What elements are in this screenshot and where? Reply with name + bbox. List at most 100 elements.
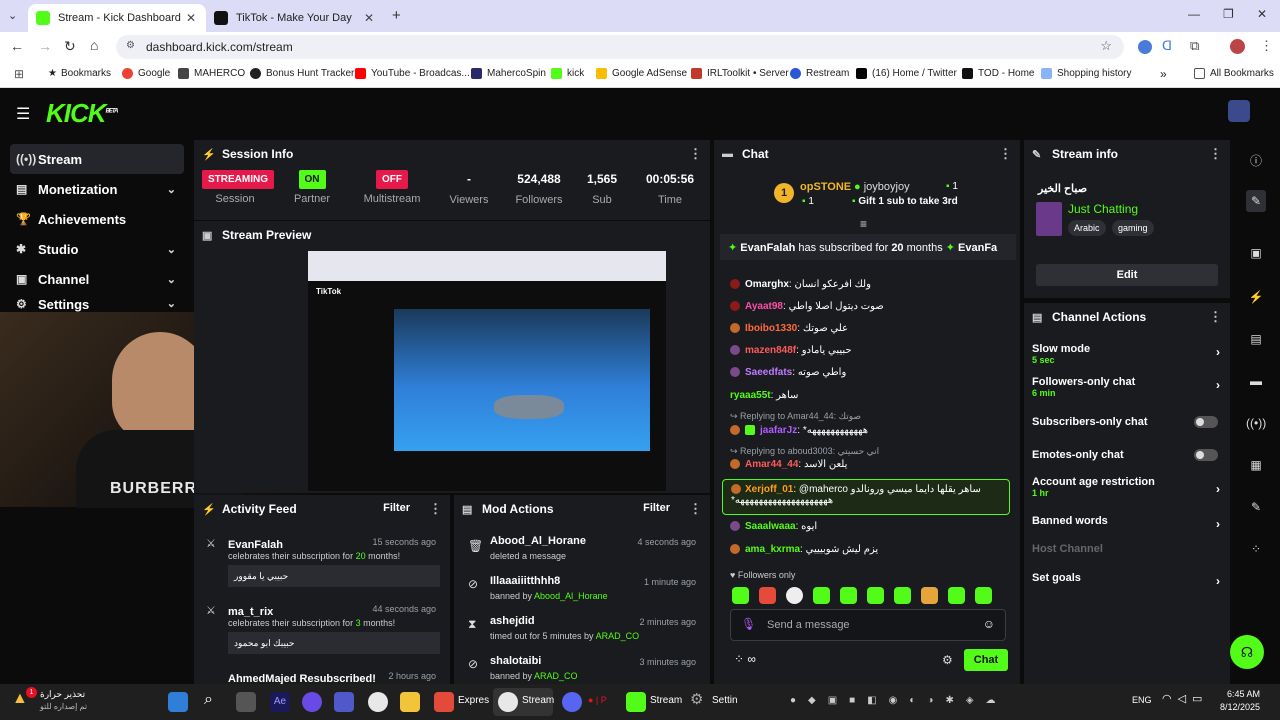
emotes-only-toggle[interactable] [1194,449,1218,461]
extension-icon[interactable]: ᗡ [1162,38,1172,54]
document-icon[interactable]: ▤ [1246,332,1266,346]
close-tab-icon[interactable]: ✕ [364,11,374,25]
close-window-icon[interactable]: ✕ [1257,7,1267,21]
chat-icon[interactable]: ▬ [1246,374,1266,388]
emote-icon[interactable] [759,587,776,604]
sidebar-item-studio[interactable]: ✱ Studio ⌄ [10,234,184,264]
start-icon[interactable] [168,692,188,712]
settings-gear-icon[interactable]: ⚙ [690,690,703,708]
emote-icon[interactable] [732,587,749,604]
lightning-icon[interactable]: ⚡ [1246,290,1266,304]
taskview-icon[interactable] [236,692,256,712]
chat-tools-icon[interactable]: ⁘ ∞ [734,652,756,666]
info-icon[interactable]: ⓘ [1246,152,1266,169]
slow-mode-setting[interactable]: Slow mode 5 sec › [1032,343,1222,365]
set-goals-setting[interactable]: Set goals › [1032,572,1222,588]
sidebar-item-settings[interactable]: ⚙ Settings ⌄ [10,294,184,312]
all-bookmarks[interactable]: All Bookmarks [1194,68,1274,79]
kick-logo[interactable]: KICKBETA [46,98,118,129]
mod-filter-button[interactable]: Filter [643,502,670,514]
taskbar-app-label[interactable]: Expres [458,695,489,706]
bookmark-item[interactable]: MahercoSpin [471,68,546,79]
gift-prompt[interactable]: ▪ Gift 1 sub to take 3rd [852,196,958,207]
bookmark-star-icon[interactable]: ☆ [1100,38,1112,54]
tab-tiktok[interactable]: TikTok - Make Your Day ✕ [206,4,384,32]
teams-icon[interactable] [334,692,354,712]
user-avatar[interactable] [1228,100,1250,122]
sidebar-item-achievements[interactable]: 🏆 Achievements [10,204,184,234]
banned-words-setting[interactable]: Banned words › [1032,515,1222,531]
emote-icon[interactable] [813,587,830,604]
emote-icon[interactable] [894,587,911,604]
language-indicator[interactable]: ENG [1132,695,1152,705]
mod-user[interactable]: Abood_Al_Horane [490,535,586,547]
bookmark-item[interactable]: ★ Bookmarks [48,68,111,79]
clock-date[interactable]: 8/12/2025 [1200,702,1260,712]
new-tab-icon[interactable]: + [392,7,401,24]
chrome-icon[interactable] [368,692,388,712]
bookmark-item[interactable]: kick [551,68,584,79]
emote-icon[interactable] [948,587,965,604]
menu-icon[interactable]: ⋮ [1260,38,1273,54]
back-icon[interactable]: ← [10,38,24,54]
maximize-icon[interactable]: ❐ [1223,7,1234,21]
emoji-icon[interactable]: ☺ [983,617,995,631]
bookmark-item[interactable]: Restream [790,68,849,79]
broadcast-icon[interactable]: ((•)) [1246,416,1266,430]
emote-icon[interactable] [975,587,992,604]
tray-icons[interactable]: ●◆▣■◧◉◐◑✱◈☁ [790,695,1110,709]
top-gifter[interactable]: opSTONE [800,181,851,193]
second-gifter[interactable]: ● joyboyjoy [854,181,910,193]
tab-search-icon[interactable]: ⌄ [8,9,17,22]
edit-stream-button[interactable]: Edit [1036,264,1218,286]
emote-icon[interactable] [921,587,938,604]
sidebar-item-channel[interactable]: ▣ Channel ⌄ [10,264,184,294]
forward-icon[interactable]: → [38,38,52,54]
collapse-icon[interactable]: ≡ [860,217,867,231]
close-tab-icon[interactable]: ✕ [186,11,196,25]
express-icon[interactable] [434,692,454,712]
emote-icon[interactable] [786,587,803,604]
bookmark-item[interactable]: (16) Home / Twitter [856,68,957,79]
edit-icon[interactable]: ✎ [1246,190,1266,212]
mod-user[interactable]: Illaaaiiitthhh8 [490,575,560,587]
support-headset-icon[interactable]: ☊ [1230,635,1264,669]
taskbar-app-label[interactable]: Stream [522,695,554,706]
home-icon[interactable]: ⌂ [90,37,98,53]
kick-icon[interactable] [626,692,646,712]
after-effects-icon[interactable]: Ae [270,692,290,712]
mod-user[interactable]: ashejdid [490,615,535,627]
more-options-icon[interactable]: ⋮ [689,146,702,162]
camera-icon[interactable]: ▣ [1246,246,1266,260]
subscribers-only-setting[interactable]: Subscribers-only chat [1032,416,1222,428]
bookmark-item[interactable]: Bonus Hunt Tracker [250,68,354,79]
more-options-icon[interactable]: ⋮ [999,146,1012,162]
chat-input[interactable]: 🎙 Send a message ☺ [730,609,1006,641]
preview-video[interactable]: TikTok [308,251,666,491]
chat-settings-icon[interactable]: ⚙ [942,653,953,667]
hamburger-menu-icon[interactable]: ☰ [16,104,30,124]
mic-icon[interactable]: 🎙 [741,617,756,631]
subscribers-only-toggle[interactable] [1194,416,1218,428]
activity-filter-button[interactable]: Filter [383,502,410,514]
discord-icon[interactable] [562,692,582,712]
minimize-icon[interactable]: — [1188,7,1200,21]
profile-avatar[interactable] [1230,39,1245,54]
bookmark-item[interactable]: TOD - Home [962,68,1035,79]
send-chat-button[interactable]: Chat [964,649,1008,671]
bookmark-item[interactable]: Google AdSense [596,68,687,79]
emote-icon[interactable] [867,587,884,604]
layout-icon[interactable]: ▦ [1246,458,1266,472]
more-bookmarks-icon[interactable]: » [1160,67,1167,81]
taskbar-app-label[interactable]: Stream [650,695,682,706]
reload-icon[interactable]: ↻ [64,38,76,55]
explorer-icon[interactable] [400,692,420,712]
stream-category[interactable]: Just Chatting [1068,202,1138,216]
more-options-icon[interactable]: ⋮ [429,501,442,517]
extension-icon[interactable] [1138,40,1152,54]
more-options-icon[interactable]: ⋮ [1209,309,1222,325]
bookmark-item[interactable]: MAHERCO [178,68,245,79]
url-field[interactable]: ⚙ dashboard.kick.com/stream ☆ [116,35,1124,59]
wrench-icon[interactable]: ✎ [1246,500,1266,514]
sidebar-item-monetization[interactable]: ▤ Monetization ⌄ [10,174,184,204]
